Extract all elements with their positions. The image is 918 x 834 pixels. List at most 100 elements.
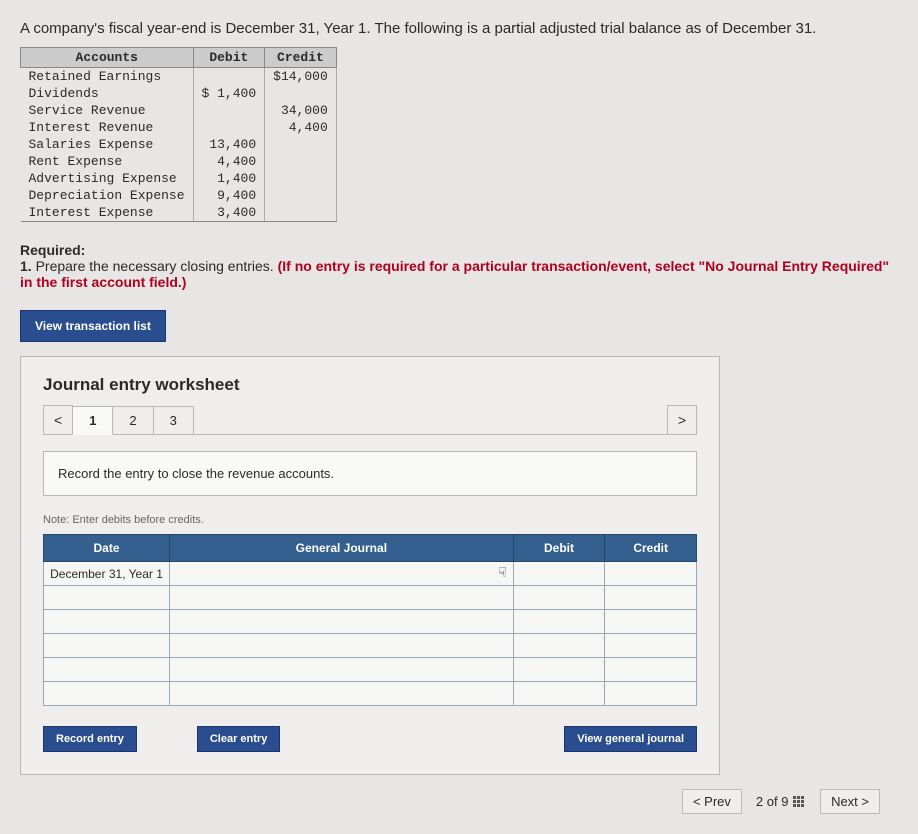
je-debit-cell[interactable]: [513, 586, 605, 610]
je-head-debit: Debit: [513, 535, 605, 562]
je-row: December 31, Year 1 ☟: [44, 562, 697, 586]
je-row: [44, 658, 697, 682]
pointer-cursor-icon: ☟: [498, 564, 507, 581]
je-row: [44, 634, 697, 658]
acct-cell: Service Revenue: [21, 102, 194, 119]
acct-cell: Depreciation Expense: [21, 187, 194, 204]
credit-cell: 4,400: [265, 119, 337, 136]
je-head-credit: Credit: [605, 535, 697, 562]
tab-3[interactable]: 3: [153, 406, 194, 434]
je-credit-cell[interactable]: [605, 658, 697, 682]
worksheet-title: Journal entry worksheet: [43, 375, 697, 395]
je-account-cell[interactable]: [170, 610, 514, 634]
acct-cell: Retained Earnings: [21, 68, 194, 86]
table-row: Dividends$ 1,400: [21, 85, 337, 102]
tb-head-credit: Credit: [265, 48, 337, 68]
credit-cell: [265, 170, 337, 187]
acct-cell: Salaries Expense: [21, 136, 194, 153]
je-credit-cell[interactable]: [605, 610, 697, 634]
tb-head-accounts: Accounts: [21, 48, 194, 68]
required-plain: Prepare the necessary closing entries.: [32, 258, 278, 274]
view-transaction-list-button[interactable]: View transaction list: [20, 310, 166, 342]
je-date-cell[interactable]: [44, 682, 170, 706]
je-debit-cell[interactable]: [513, 682, 605, 706]
tab-next-arrow[interactable]: >: [667, 405, 697, 434]
position-text: 2 of 9: [756, 794, 789, 809]
table-row: Salaries Expense13,400: [21, 136, 337, 153]
credit-cell: 34,000: [265, 102, 337, 119]
note-debits-before-credits: Note: Enter debits before credits.: [43, 514, 697, 526]
je-date-cell[interactable]: December 31, Year 1: [44, 562, 170, 586]
worksheet-footer: Record entry Clear entry View general jo…: [43, 726, 697, 752]
je-head-general-journal: General Journal: [170, 535, 514, 562]
tab-prev-arrow[interactable]: <: [43, 405, 73, 434]
credit-cell: [265, 204, 337, 222]
tb-head-debit: Debit: [193, 48, 265, 68]
debit-cell: 3,400: [193, 204, 265, 222]
debit-cell: [193, 68, 265, 86]
prev-question-button[interactable]: < Prev: [682, 789, 742, 814]
table-row: Rent Expense4,400: [21, 153, 337, 170]
table-row: Interest Expense3,400: [21, 204, 337, 222]
credit-cell: [265, 187, 337, 204]
table-row: Advertising Expense1,400: [21, 170, 337, 187]
je-row: [44, 586, 697, 610]
problem-intro: A company's fiscal year-end is December …: [20, 20, 898, 37]
acct-cell: Dividends: [21, 85, 194, 102]
je-row: [44, 610, 697, 634]
je-date-cell[interactable]: [44, 634, 170, 658]
je-credit-cell[interactable]: [605, 562, 697, 586]
debit-cell: 4,400: [193, 153, 265, 170]
acct-cell: Advertising Expense: [21, 170, 194, 187]
table-row: Service Revenue 34,000: [21, 102, 337, 119]
required-item-number: 1.: [20, 258, 32, 274]
je-account-cell[interactable]: [170, 634, 514, 658]
grid-icon[interactable]: [792, 795, 806, 809]
page-navigator: < Prev 2 of 9 Next >: [20, 789, 880, 814]
credit-cell: $14,000: [265, 68, 337, 86]
tab-1[interactable]: 1: [72, 406, 113, 435]
next-question-button[interactable]: Next >: [820, 789, 880, 814]
je-debit-cell[interactable]: [513, 562, 605, 586]
je-debit-cell[interactable]: [513, 610, 605, 634]
je-head-date: Date: [44, 535, 170, 562]
table-row: Retained Earnings $14,000: [21, 68, 337, 86]
je-credit-cell[interactable]: [605, 586, 697, 610]
question-position: 2 of 9: [756, 794, 806, 810]
view-general-journal-button[interactable]: View general journal: [564, 726, 697, 752]
je-account-cell[interactable]: ☟: [170, 562, 514, 586]
credit-cell: [265, 136, 337, 153]
je-debit-cell[interactable]: [513, 658, 605, 682]
clear-entry-button[interactable]: Clear entry: [197, 726, 280, 752]
table-row: Depreciation Expense9,400: [21, 187, 337, 204]
je-account-cell[interactable]: [170, 682, 514, 706]
je-credit-cell[interactable]: [605, 682, 697, 706]
je-account-cell[interactable]: [170, 586, 514, 610]
entry-instruction: Record the entry to close the revenue ac…: [43, 451, 697, 496]
tab-2[interactable]: 2: [112, 406, 153, 434]
debit-cell: $ 1,400: [193, 85, 265, 102]
acct-cell: Interest Expense: [21, 204, 194, 222]
debit-cell: 1,400: [193, 170, 265, 187]
debit-cell: [193, 119, 265, 136]
je-debit-cell[interactable]: [513, 634, 605, 658]
acct-cell: Interest Revenue: [21, 119, 194, 136]
je-date-cell[interactable]: [44, 586, 170, 610]
je-date-cell[interactable]: [44, 658, 170, 682]
je-account-cell[interactable]: [170, 658, 514, 682]
required-heading: Required:: [20, 242, 898, 258]
table-row: Interest Revenue 4,400: [21, 119, 337, 136]
je-credit-cell[interactable]: [605, 634, 697, 658]
worksheet-tabs: < 1 2 3 >: [43, 405, 697, 435]
journal-entry-table: Date General Journal Debit Credit Decemb…: [43, 534, 697, 706]
debit-cell: 9,400: [193, 187, 265, 204]
trial-balance-table: Accounts Debit Credit Retained Earnings$…: [20, 47, 337, 222]
record-entry-button[interactable]: Record entry: [43, 726, 137, 752]
debit-cell: [193, 102, 265, 119]
je-date-cell[interactable]: [44, 610, 170, 634]
credit-cell: [265, 85, 337, 102]
debit-cell: 13,400: [193, 136, 265, 153]
journal-entry-worksheet: Journal entry worksheet < 1 2 3 > Record…: [20, 356, 720, 775]
credit-cell: [265, 153, 337, 170]
je-row: [44, 682, 697, 706]
